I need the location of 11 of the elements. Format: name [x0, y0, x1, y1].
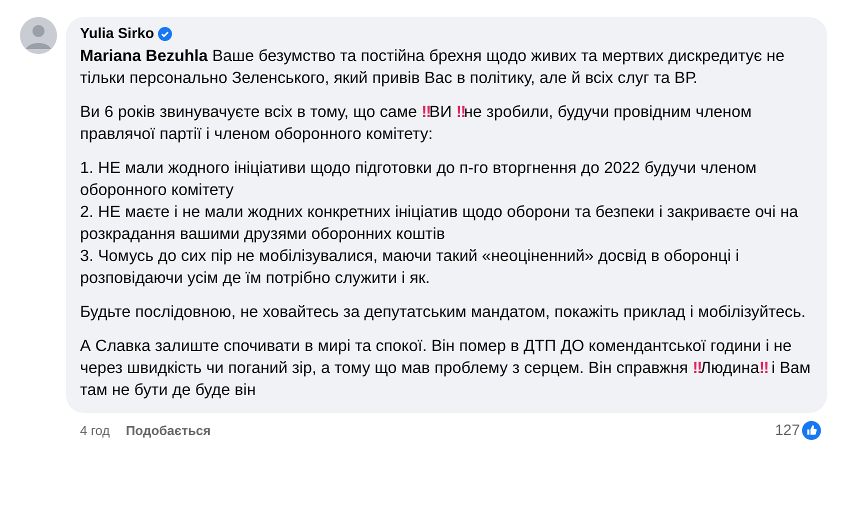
- comment-time[interactable]: 4 год: [80, 423, 110, 438]
- author-name[interactable]: Yulia Sirko: [80, 26, 154, 42]
- comment-paragraph: Mariana Bezuhla Ваше безумство та постійна брехня щодо живих та мертвих дискредитує не тільки персонально Зеленського, який привів Вас в політику, але й всіх слуг та ВР.: [80, 46, 786, 89]
- comment-paragraph: 1. НЕ мали жодного ініціативи щодо підготовки до п-го вторгнення до 2022 будучи членом оборонного комітету 2. НЕ маєте і не мали жодних конкретних ініціатив щодо оборони та безпеки і закриваєте очі на розкрадання вашими друзями оборонних коштів 3. Чомусь до сих пір не мобілізувалися, маючи такий «неоціненний» досвід в оборонці і розповідаючи усім де їм потрібно служити і як.: [80, 158, 800, 289]
- comment-paragraph: А Славка залиште спочивати в мирі та спокої. Він помер в ДТП ДО комендантської години і не через швидкість чи поганий зір, а тому що мав проблему з серцем. Він справжня ‼Людина‼ і Вам там не бути де буде він: [80, 336, 812, 401]
- comment-paragraph: Ви 6 років звинувачуєте всіх в тому, що саме ‼ВИ ‼не зробили, будучи провідним членом правлячої партії і членом оборонного комітету:: [80, 102, 753, 145]
- like-button[interactable]: Подобається: [126, 423, 211, 438]
- avatar[interactable]: [20, 17, 57, 54]
- comment-paragraph: Будьте послідовною, не ховайтесь за депутатським мандатом, покажіть приклад і мобілізуйтесь.: [80, 302, 807, 323]
- like-icon[interactable]: [802, 421, 821, 440]
- reaction-count: 127: [774, 422, 800, 439]
